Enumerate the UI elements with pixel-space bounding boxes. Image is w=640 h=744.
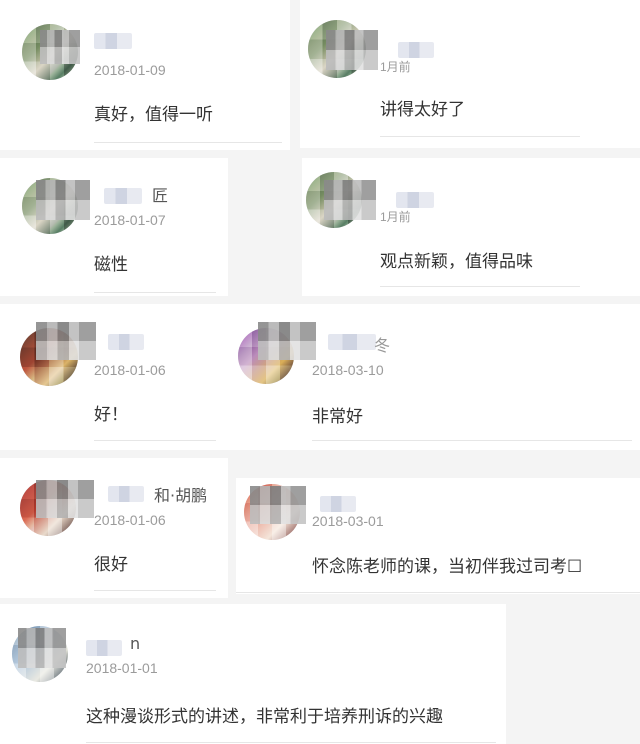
- commenter-name-blurred[interactable]: [94, 33, 132, 49]
- avatar-mosaic: [36, 480, 94, 518]
- commenter-name-suffix: 和·胡鹏: [154, 486, 208, 505]
- comment-card: 2018-03-01 怀念陈老师的课，当初伴我过司考☐: [236, 478, 640, 594]
- comment-text: 非常好: [312, 407, 363, 427]
- comment-date: 1月前: [380, 210, 411, 224]
- commenter-name-suffix: n: [130, 634, 141, 653]
- commenter-name-blurred[interactable]: [320, 496, 356, 512]
- divider: [236, 592, 640, 593]
- comment-card: 2018-01-09 真好，值得一听: [0, 0, 290, 150]
- divider: [380, 136, 580, 137]
- comment-text: 好！: [94, 405, 128, 425]
- comment-text: 怀念陈老师的课，当初伴我过司考☐: [312, 557, 583, 577]
- comment-card: n 2018-01-01 这种漫谈形式的讲述，非常利于培养刑诉的兴趣: [0, 604, 506, 744]
- commenter-name-suffix: 匠: [152, 186, 169, 205]
- avatar-mosaic: [250, 486, 306, 524]
- comment-date: 2018-03-01: [312, 513, 384, 529]
- avatar-mosaic: [324, 180, 376, 220]
- comment-card: 1月前 观点新颖，值得品味: [302, 158, 640, 296]
- divider: [94, 440, 216, 441]
- commenter-name-suffix: 冬: [374, 336, 391, 355]
- comment-date: 1月前: [380, 60, 411, 74]
- avatar-mosaic: [18, 628, 66, 668]
- commenter-name-blurred[interactable]: [104, 188, 142, 204]
- comment-text: 这种漫谈形式的讲述，非常利于培养刑诉的兴趣: [86, 707, 443, 727]
- divider: [312, 440, 632, 441]
- commenter-name-blurred[interactable]: [108, 486, 144, 502]
- divider: [380, 286, 580, 287]
- comment-card: 冬 2018-03-10 非常好: [228, 304, 640, 450]
- comment-card: 匠 2018-01-07 磁性: [0, 158, 228, 296]
- comment-date: 2018-01-07: [94, 212, 166, 228]
- divider: [86, 742, 496, 743]
- avatar-mosaic: [258, 322, 316, 360]
- avatar-mosaic: [326, 30, 378, 70]
- comment-text: 磁性: [94, 255, 128, 275]
- comment-date: 2018-01-06: [94, 362, 166, 378]
- commenter-name-blurred[interactable]: [396, 192, 434, 208]
- commenter-name-blurred[interactable]: [328, 334, 376, 350]
- divider: [94, 292, 216, 293]
- comment-date: 2018-01-06: [94, 512, 166, 528]
- avatar-mosaic: [36, 180, 90, 220]
- comment-text: 观点新颖，值得品味: [380, 252, 533, 272]
- avatar-mosaic: [40, 30, 80, 64]
- avatar-mosaic: [36, 322, 96, 360]
- commenter-name-blurred[interactable]: [86, 640, 122, 656]
- comment-text: 真好，值得一听: [94, 105, 213, 125]
- divider: [94, 590, 216, 591]
- comment-date: 2018-03-10: [312, 362, 384, 378]
- commenter-name-blurred[interactable]: [108, 334, 144, 350]
- comment-text: 很好: [94, 555, 128, 575]
- comment-date: 2018-01-01: [86, 660, 158, 676]
- commenter-name-blurred[interactable]: [398, 42, 434, 58]
- divider: [94, 142, 282, 143]
- comment-card: 2018-01-06 好！: [0, 304, 228, 450]
- comment-card: 1月前 讲得太好了: [300, 0, 640, 148]
- comment-date: 2018-01-09: [94, 62, 166, 78]
- comment-card: 和·胡鹏 2018-01-06 很好: [0, 458, 228, 598]
- comment-text: 讲得太好了: [380, 100, 465, 120]
